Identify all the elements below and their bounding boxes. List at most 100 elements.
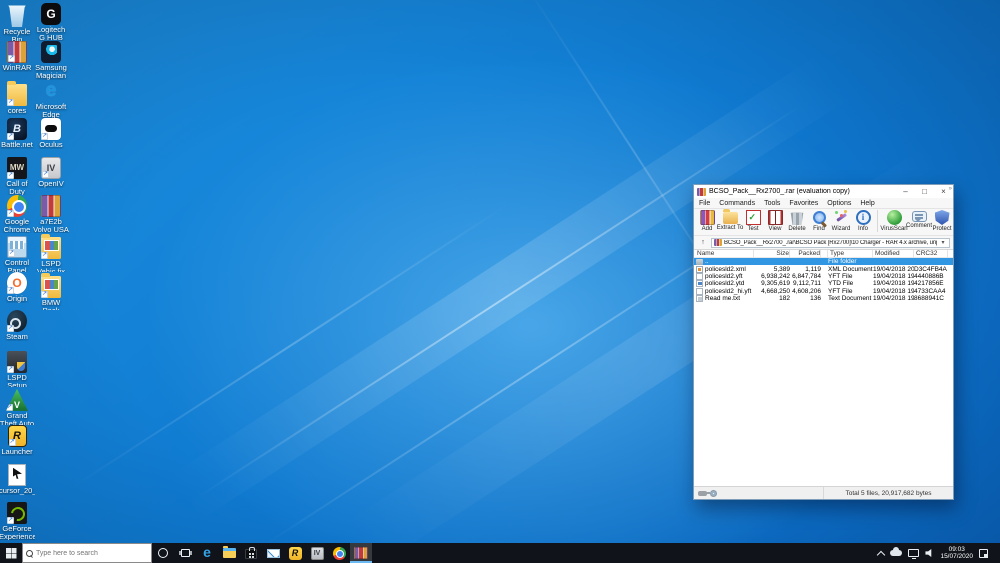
desktop-icon[interactable]: G Logitech G HUB (34, 3, 68, 41)
desktop-icon[interactable]: Steam (0, 310, 34, 348)
desktop-icon[interactable]: R Launcher (0, 425, 34, 463)
desktop-icon[interactable]: GeForce Experience (0, 502, 34, 540)
desktop-icon[interactable]: BMW Pack (34, 272, 68, 310)
menu-item[interactable]: Commands (719, 200, 755, 207)
desktop-icon[interactable]: O Origin (0, 272, 34, 310)
desktop-icon[interactable]: B Battle.net (0, 118, 34, 156)
taskbar-item[interactable] (152, 543, 174, 563)
toolbar-button[interactable]: Protect (931, 210, 953, 232)
desktop-icon[interactable]: IV OpenIV (34, 157, 68, 195)
table-row[interactable]: policesld2.xml 5,389 1,119 XML Document … (694, 265, 953, 272)
onedrive-cloud-icon[interactable] (890, 550, 902, 556)
column-header-name[interactable]: Name (694, 250, 754, 258)
taskbar-item[interactable] (218, 543, 240, 563)
info-icon (856, 210, 871, 225)
file-name: .. (705, 258, 709, 265)
address-input[interactable]: BCSO_Pack__Rx2700_.rar\BCSO Pack [Rx2700… (711, 238, 950, 248)
desktop-icon[interactable]: a7E2b Volvo USA (34, 195, 68, 233)
table-row[interactable]: Read me.txt 182 136 Text Document 19/04/… (694, 295, 953, 302)
desktop-icon[interactable]: WinRAR (0, 41, 34, 79)
desktop-icon[interactable]: Google Chrome (0, 195, 34, 233)
table-row[interactable]: policesld2.yft 6,938,242 6,847,784 YFT F… (694, 273, 953, 280)
taskbar-item[interactable] (262, 543, 284, 563)
file-name: policesld2.xml (705, 266, 746, 273)
winrar-taskbar-icon (354, 546, 368, 560)
store-icon (245, 549, 257, 559)
column-header-modified[interactable]: Modified (873, 250, 914, 258)
network-monitor-icon[interactable] (908, 549, 919, 557)
toolbar-button[interactable]: Extract To (718, 210, 742, 231)
desktop-icon[interactable]: LSPD Vehic fix (34, 233, 68, 271)
menu-item[interactable]: Options (827, 200, 851, 207)
column-header-crc32[interactable]: CRC32 (914, 250, 948, 258)
taskbar-item[interactable]: e (196, 543, 218, 563)
lspd-setup-icon (7, 351, 27, 373)
desktop-icon[interactable]: Oculus (34, 118, 68, 156)
toolbar-button[interactable]: Wizard (830, 210, 852, 232)
table-row[interactable]: .. File folder (694, 258, 953, 265)
desktop-icon-label: GeForce Experience (0, 525, 35, 540)
menu-item[interactable]: Tools (764, 200, 780, 207)
desktop-icon-label: cursor_20_2 (0, 487, 35, 495)
toolbar-button[interactable]: Test (742, 210, 764, 232)
desktop-icon[interactable]: Control Panel (0, 233, 34, 271)
search-input[interactable] (36, 550, 148, 557)
test-icon (746, 210, 761, 225)
menu-item[interactable]: Favorites (789, 200, 818, 207)
title-bar[interactable]: BCSO_Pack__Rx2700_.rar (evaluation copy)… (694, 185, 953, 198)
toolbar-button[interactable]: Add (696, 210, 718, 232)
toolbar-button[interactable]: Info (852, 210, 874, 232)
table-row[interactable]: policesld2_hi.yft 4,668,250 4,608,206 YF… (694, 288, 953, 295)
file-modified: 19/04/2018 20:10 (873, 266, 914, 273)
desktop-icon-label: Samsung Magician (33, 64, 69, 79)
desktop-icon-label: cores (0, 107, 35, 115)
codmw-icon: MW (7, 157, 27, 179)
file-name: Read me.txt (705, 295, 740, 302)
start-button[interactable] (0, 543, 22, 563)
up-one-level-button[interactable]: ↑ (697, 238, 709, 248)
chrome-taskbar-icon (332, 546, 346, 560)
taskbar-item[interactable]: R (284, 543, 306, 563)
taskbar-item[interactable] (240, 543, 262, 563)
toolbar-button[interactable]: VirusScan (877, 210, 907, 232)
volume-icon[interactable] (925, 549, 934, 558)
toolbar-overflow-icon[interactable]: » (949, 186, 952, 192)
image-page-icon (696, 280, 703, 287)
table-row[interactable]: policesld2.ytd 9,305,619 9,112,711 YTD F… (694, 280, 953, 287)
taskbar-item[interactable]: IV (306, 543, 328, 563)
taskbar-item[interactable] (328, 543, 350, 563)
column-header-type[interactable]: Type (828, 250, 873, 258)
minimize-button[interactable]: – (896, 185, 915, 198)
desktop-icon[interactable]: cursor_20_2 (0, 464, 34, 502)
column-header-size[interactable]: Size (754, 250, 790, 258)
file-size: 182 (754, 295, 790, 302)
file-modified: 19/04/2018 19:54 (873, 280, 914, 287)
desktop-icon[interactable]: MW Call of Duty Modern ... (0, 157, 34, 195)
blank-page-icon (696, 288, 703, 295)
desktop-icon[interactable]: Samsung Magician (34, 41, 68, 79)
desktop-icon[interactable]: LSPD Setup (0, 349, 34, 387)
key-icon[interactable] (698, 491, 707, 496)
desktop-icon[interactable]: Recycle Bin (0, 3, 34, 41)
desktop-icon-label: Logitech G HUB (33, 26, 69, 41)
action-center-icon[interactable] (979, 549, 988, 558)
maximize-button[interactable]: □ (915, 185, 934, 198)
desktop-icon[interactable]: e Microsoft Edge (34, 80, 68, 118)
menu-item[interactable]: File (699, 200, 710, 207)
disc-icon[interactable] (710, 490, 717, 497)
toolbar-button[interactable]: Find (808, 210, 830, 232)
desktop-icon[interactable]: V Grand Theft Auto V (0, 387, 34, 425)
toolbar-button[interactable]: View (764, 210, 786, 232)
chevron-up-icon[interactable] (877, 550, 885, 558)
taskbar-item[interactable] (174, 543, 196, 563)
chevron-down-icon[interactable]: ▾ (939, 239, 947, 246)
desktop-icon[interactable]: cores (0, 80, 34, 118)
search-box[interactable] (22, 543, 152, 563)
toolbar-button[interactable]: Comment (907, 210, 931, 229)
column-header-packed[interactable]: Packed (790, 250, 821, 258)
toolbar-button[interactable]: Delete (786, 210, 808, 232)
taskbar-clock[interactable]: 09:03 15/07/2020 (940, 546, 973, 561)
shortcut-arrow-badge (7, 287, 14, 294)
menu-item[interactable]: Help (860, 200, 874, 207)
taskbar-item[interactable] (350, 543, 372, 563)
